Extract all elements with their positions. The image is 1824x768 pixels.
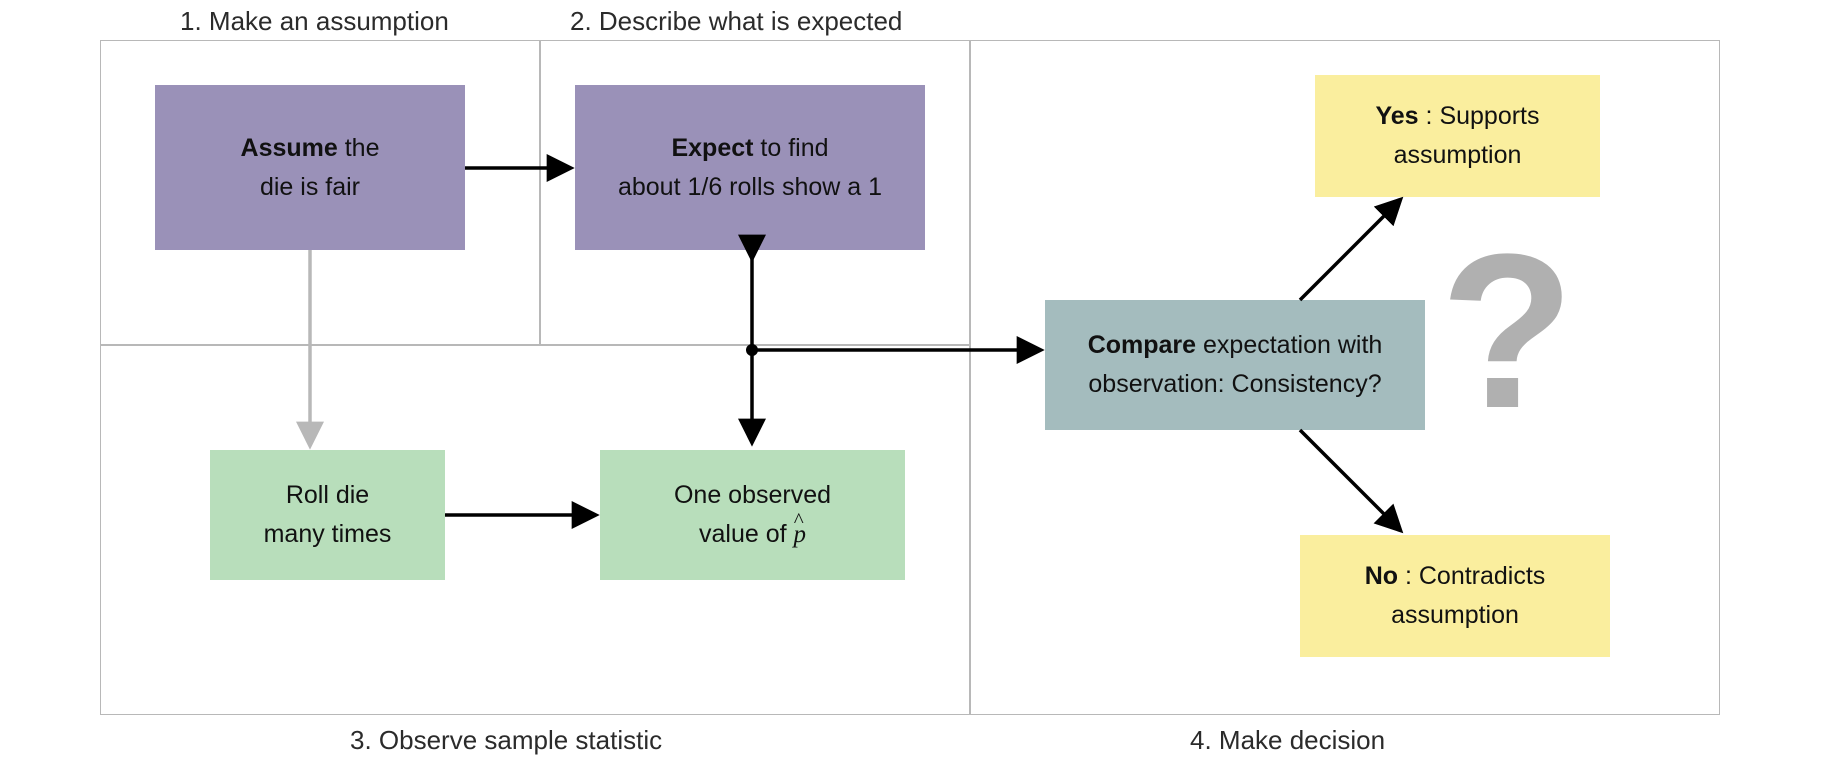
- label-zone-3: 3. Observe sample statistic: [350, 725, 662, 756]
- node-expect: Expect to find about 1/6 rolls show a 1: [575, 85, 925, 250]
- p-hat-symbol: ^p: [794, 516, 807, 555]
- label-zone-1: 1. Make an assumption: [180, 6, 449, 37]
- question-mark-icon: ?: [1440, 205, 1574, 458]
- label-zone-2: 2. Describe what is expected: [570, 6, 902, 37]
- node-assume: Assume the die is fair: [155, 85, 465, 250]
- node-yes: Yes : Supports assumption: [1315, 75, 1600, 197]
- node-observe: One observed value of ^p: [600, 450, 905, 580]
- label-zone-4: 4. Make decision: [1190, 725, 1385, 756]
- diagram-canvas: 1. Make an assumption 2. Describe what i…: [100, 0, 1720, 768]
- node-compare: Compare expectation with observation: Co…: [1045, 300, 1425, 430]
- node-roll: Roll die many times: [210, 450, 445, 580]
- node-no: No : Contradicts assumption: [1300, 535, 1610, 657]
